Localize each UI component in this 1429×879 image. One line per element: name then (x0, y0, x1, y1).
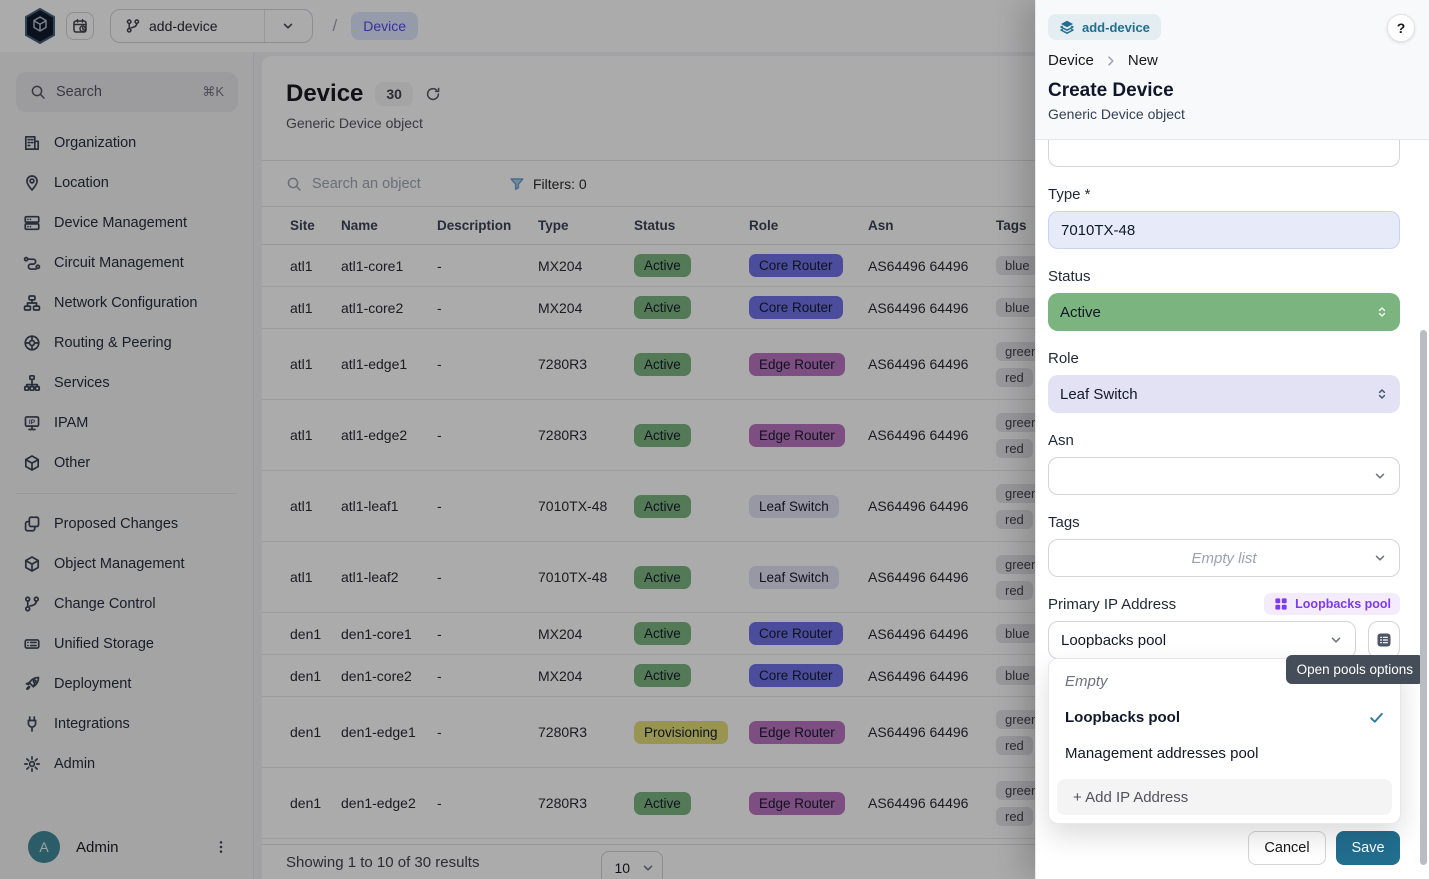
open-pools-button[interactable] (1368, 621, 1400, 659)
status-label: Status (1048, 268, 1091, 285)
asn-label: Asn (1048, 432, 1074, 449)
select-updown-icon (1374, 304, 1390, 320)
status-select[interactable]: Active (1048, 293, 1400, 331)
primary-ip-select[interactable]: Loopbacks pool (1048, 621, 1356, 659)
breadcrumb-new: New (1128, 52, 1158, 69)
pool-options-icon (1376, 632, 1392, 648)
tags-label: Tags (1048, 514, 1080, 531)
panel-subtitle: Generic Device object (1048, 106, 1415, 122)
type-value: 7010TX-48 (1061, 222, 1135, 239)
primary-ip-label: Primary IP Address (1048, 596, 1176, 613)
cancel-button[interactable]: Cancel (1248, 831, 1326, 865)
dropdown-item-label: Empty (1065, 673, 1108, 690)
panel-header: add-device ? Device New Create Device Ge… (1036, 0, 1429, 140)
help-button[interactable]: ? (1387, 14, 1415, 42)
dropdown-item-loopbacks-pool[interactable]: Loopbacks pool (1049, 699, 1400, 735)
save-button[interactable]: Save (1336, 831, 1400, 865)
create-device-panel: add-device ? Device New Create Device Ge… (1035, 0, 1429, 879)
chevron-down-icon (1328, 632, 1344, 648)
panel-title: Create Device (1048, 80, 1415, 102)
branch-badge: add-device (1048, 14, 1161, 40)
role-select[interactable]: Leaf Switch (1048, 375, 1400, 413)
select-updown-icon (1374, 386, 1390, 402)
tags-placeholder: Empty list (1061, 550, 1387, 567)
type-input[interactable]: 7010TX-48 (1048, 211, 1400, 249)
check-icon (1368, 709, 1385, 726)
dropdown-item-label: Loopbacks pool (1065, 709, 1180, 726)
add-ip-address-button[interactable]: + Add IP Address (1057, 779, 1392, 815)
panel-breadcrumb: Device New (1048, 52, 1415, 69)
role-label: Role (1048, 350, 1079, 367)
dropdown-item-management-addresses-pool[interactable]: Management addresses pool (1049, 735, 1400, 771)
panel-scrollbar[interactable] (1420, 330, 1427, 865)
asn-select[interactable] (1048, 457, 1400, 495)
chevron-down-icon (1372, 468, 1388, 484)
type-label: Type * (1048, 186, 1091, 203)
pool-badge-label: Loopbacks pool (1295, 597, 1391, 611)
status-value: Active (1060, 304, 1101, 321)
primary-ip-value: Loopbacks pool (1061, 632, 1166, 649)
pool-badge: Loopbacks pool (1264, 593, 1400, 615)
branch-badge-label: add-device (1082, 20, 1150, 35)
dropdown-item-label: Management addresses pool (1065, 745, 1258, 762)
grid-icon (1273, 596, 1289, 612)
tags-select[interactable]: Empty list (1048, 539, 1400, 577)
breadcrumb-device[interactable]: Device (1048, 52, 1094, 69)
layers-icon (1059, 19, 1075, 35)
chevron-down-icon (1372, 550, 1388, 566)
role-value: Leaf Switch (1060, 386, 1138, 403)
chevron-right-icon (1103, 53, 1119, 69)
tooltip: Open pools options (1286, 655, 1424, 684)
scrolled-input-partial[interactable] (1048, 140, 1400, 167)
